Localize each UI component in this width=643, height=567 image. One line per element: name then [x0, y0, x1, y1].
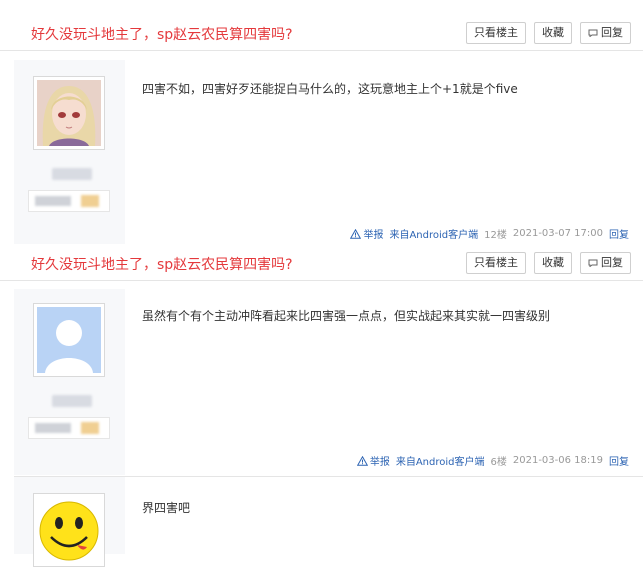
header-buttons: 只看楼主 收藏 回复: [466, 22, 631, 44]
floor-number: 12楼: [484, 230, 507, 241]
favorite-label: 收藏: [542, 256, 564, 269]
post-sidebar: [14, 289, 125, 475]
avatar[interactable]: [33, 303, 105, 377]
avatar[interactable]: [33, 493, 105, 567]
avatar[interactable]: [33, 76, 105, 150]
favorite-label: 收藏: [542, 26, 564, 39]
report-label: 举报: [363, 230, 384, 241]
client-source[interactable]: 来自Android客户端: [389, 226, 478, 241]
reply-label: 回复: [601, 256, 623, 269]
post-time: 2021-03-06 18:19: [512, 455, 603, 466]
only-op-label: 只看楼主: [474, 26, 518, 39]
post-footer: 举报 来自Android客户端 6楼 2021-03-06 18:19 回复: [356, 453, 629, 468]
post: 虽然有个有个主动冲阵看起来比四害强一点点，但实战起来其实就一四害级别 举报 来自…: [0, 289, 643, 475]
thread-header: 好久没玩斗地主了，sp赵云农民算四害吗? 只看楼主 收藏 回复: [0, 246, 643, 281]
header-buttons: 只看楼主 收藏 回复: [466, 252, 631, 274]
reply-button[interactable]: 回复: [580, 22, 631, 44]
report-label: 举报: [369, 457, 390, 468]
post-footer: 举报 来自Android客户端 12楼 2021-03-07 17:00 回复: [350, 226, 629, 241]
speech-bubble-icon: [588, 259, 598, 267]
report-link[interactable]: 举报: [356, 453, 390, 468]
reply-link[interactable]: 回复: [609, 226, 629, 241]
report-link[interactable]: 举报: [350, 226, 383, 241]
speech-bubble-icon: [588, 29, 598, 37]
post-sidebar: [14, 60, 125, 244]
post-time: 2021-03-07 17:00: [512, 228, 603, 239]
reply-button[interactable]: 回复: [580, 252, 631, 274]
floor-number: 6楼: [490, 457, 507, 468]
favorite-button[interactable]: 收藏: [534, 22, 572, 44]
username[interactable]: [52, 395, 92, 407]
smiley-avatar-image: [37, 497, 101, 563]
only-op-label: 只看楼主: [474, 256, 518, 269]
default-user-avatar-image: [37, 307, 101, 373]
only-op-button[interactable]: 只看楼主: [466, 22, 526, 44]
warning-triangle-icon: [350, 228, 362, 239]
favorite-button[interactable]: 收藏: [534, 252, 572, 274]
post-content: 界四害吧: [142, 501, 191, 515]
thread-title[interactable]: 好久没玩斗地主了，sp赵云农民算四害吗?: [31, 254, 293, 274]
user-level-badge: [28, 190, 110, 212]
post: 界四害吧: [0, 477, 643, 567]
anime-avatar-image: [37, 80, 101, 146]
thread-title[interactable]: 好久没玩斗地主了，sp赵云农民算四害吗?: [31, 24, 293, 44]
username[interactable]: [52, 168, 92, 180]
reply-label: 回复: [601, 26, 623, 39]
client-source[interactable]: 来自Android客户端: [396, 453, 485, 468]
post-content: 虽然有个有个主动冲阵看起来比四害强一点点，但实战起来其实就一四害级别: [142, 309, 551, 323]
warning-triangle-icon: [356, 455, 368, 466]
post-content: 四害不如，四害好歹还能捉白马什么的，这玩意地主上个+1就是个five: [142, 82, 518, 96]
post: 四害不如，四害好歹还能捉白马什么的，这玩意地主上个+1就是个five 举报 来自…: [0, 60, 643, 244]
reply-link[interactable]: 回复: [609, 453, 629, 468]
post-sidebar: [14, 477, 125, 567]
thread-header: 好久没玩斗地主了，sp赵云农民算四害吗? 只看楼主 收藏 回复: [0, 16, 643, 51]
user-level-badge: [28, 417, 110, 439]
only-op-button[interactable]: 只看楼主: [466, 252, 526, 274]
